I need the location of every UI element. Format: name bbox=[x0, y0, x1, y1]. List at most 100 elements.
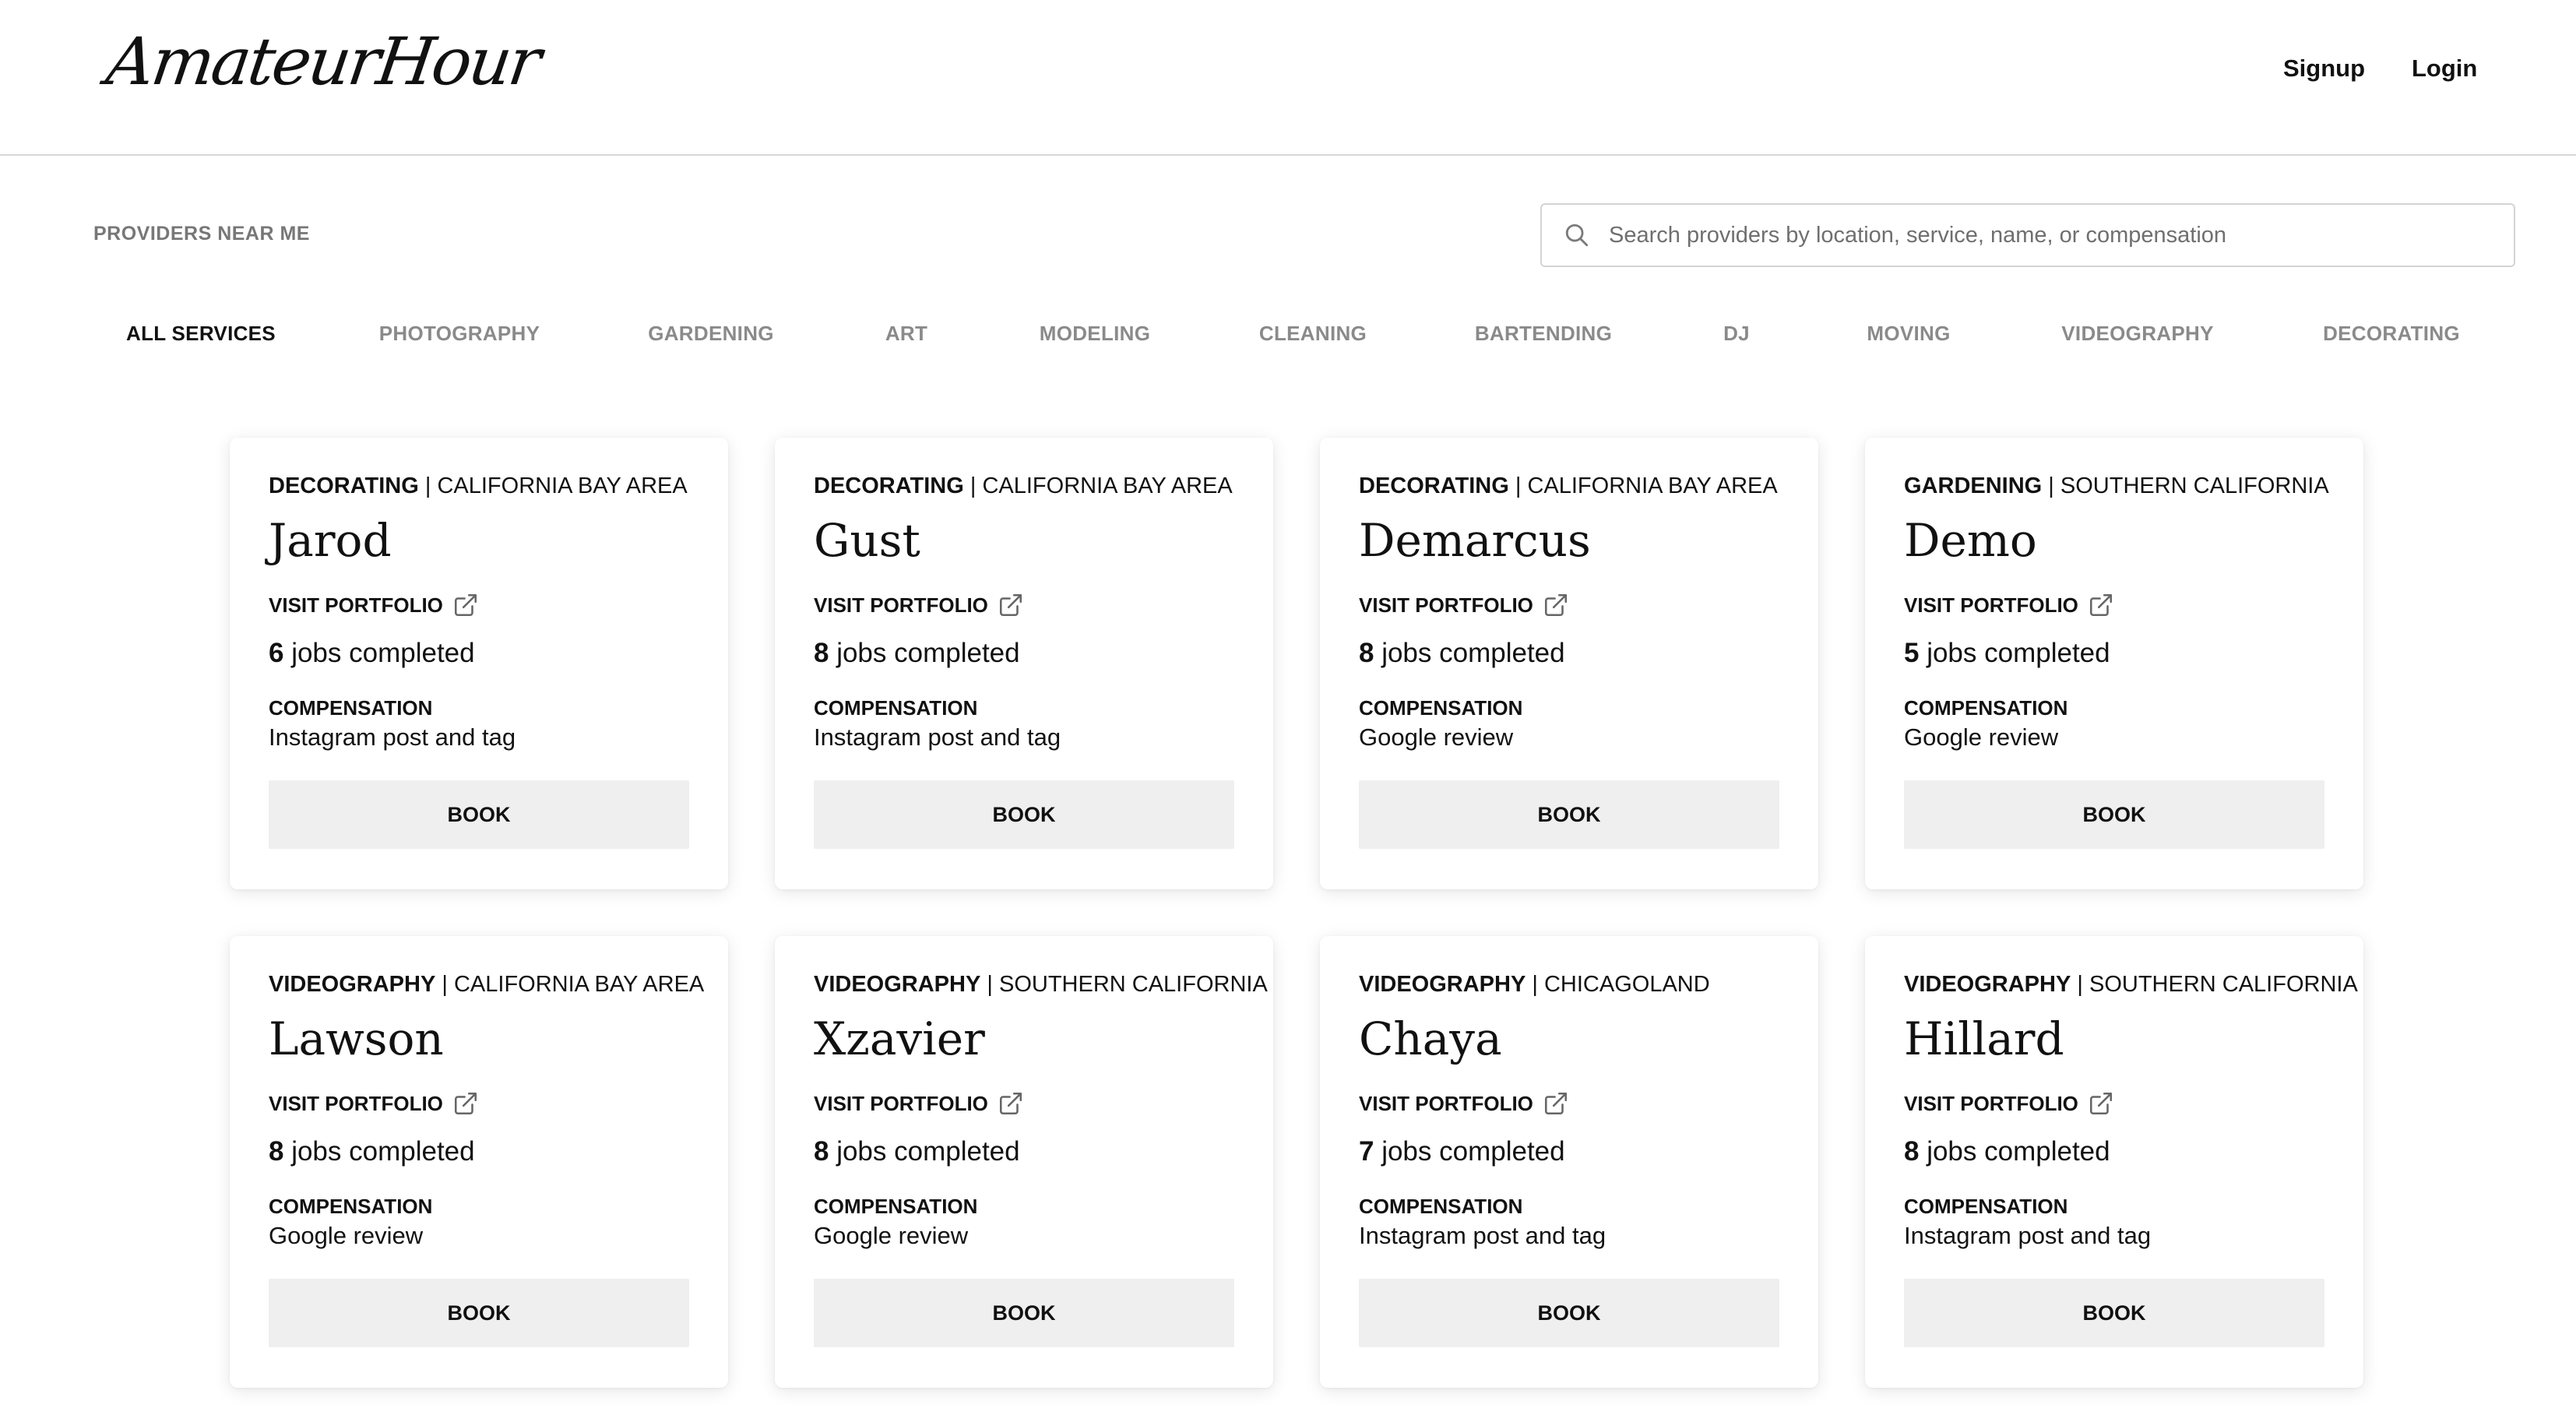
tab-dj[interactable]: DJ bbox=[1723, 322, 1750, 346]
provider-card: GARDENING | SOUTHERN CALIFORNIA Demo VIS… bbox=[1865, 438, 2363, 889]
compensation-value: Instagram post and tag bbox=[269, 723, 516, 751]
service-name: GARDENING bbox=[1904, 473, 2043, 498]
tab-decorating[interactable]: DECORATING bbox=[2323, 322, 2460, 346]
compensation-label: COMPENSATION bbox=[1904, 696, 2068, 720]
compensation-label: COMPENSATION bbox=[1904, 1195, 2068, 1218]
card-meta: VIDEOGRAPHY | SOUTHERN CALIFORNIA bbox=[1904, 972, 2358, 997]
jobs-count: 8 bbox=[1359, 638, 1374, 668]
logo[interactable]: AmateurHour bbox=[102, 23, 544, 100]
region-name: CALIFORNIA BAY AREA bbox=[1527, 473, 1778, 498]
provider-name: Xzavier bbox=[814, 1012, 985, 1065]
visit-portfolio-link[interactable]: VISIT PORTFOLIO bbox=[1904, 1090, 2114, 1117]
compensation-label: COMPENSATION bbox=[269, 696, 433, 720]
tab-moving[interactable]: MOVING bbox=[1867, 322, 1950, 346]
service-name: DECORATING bbox=[1359, 473, 1509, 498]
tab-cleaning[interactable]: CLEANING bbox=[1259, 322, 1367, 346]
provider-card: VIDEOGRAPHY | CALIFORNIA BAY AREA Lawson… bbox=[230, 936, 728, 1388]
tab-all-services[interactable]: ALL SERVICES bbox=[126, 322, 276, 346]
compensation-value: Google review bbox=[1904, 723, 2059, 751]
book-button[interactable]: BOOK bbox=[269, 780, 689, 849]
book-button[interactable]: BOOK bbox=[1359, 780, 1779, 849]
external-link-icon bbox=[454, 1092, 477, 1115]
visit-portfolio-label: VISIT PORTFOLIO bbox=[814, 593, 988, 617]
external-link-icon bbox=[454, 593, 477, 617]
tab-videography[interactable]: VIDEOGRAPHY bbox=[2061, 322, 2213, 346]
card-meta: GARDENING | SOUTHERN CALIFORNIA bbox=[1904, 473, 2329, 498]
service-name: VIDEOGRAPHY bbox=[1359, 972, 1526, 997]
region-name: CHICAGOLAND bbox=[1543, 972, 1710, 997]
provider-card: VIDEOGRAPHY | SOUTHERN CALIFORNIA Xzavie… bbox=[775, 936, 1273, 1388]
compensation-label: COMPENSATION bbox=[814, 1195, 978, 1218]
search-icon bbox=[1565, 224, 1589, 247]
region-name: CALIFORNIA BAY AREA bbox=[982, 473, 1233, 498]
provider-name: Demarcus bbox=[1359, 514, 1591, 567]
jobs-completed: 6 jobs completed bbox=[269, 638, 475, 669]
book-button[interactable]: BOOK bbox=[814, 1279, 1234, 1347]
book-button[interactable]: BOOK bbox=[269, 1279, 689, 1347]
login-link[interactable]: Login bbox=[2412, 55, 2477, 83]
service-name: VIDEOGRAPHY bbox=[814, 972, 981, 997]
provider-name: Hillard bbox=[1904, 1012, 2064, 1065]
jobs-suffix: jobs completed bbox=[283, 1136, 475, 1167]
search-input[interactable] bbox=[1607, 221, 2514, 249]
visit-portfolio-link[interactable]: VISIT PORTFOLIO bbox=[814, 592, 1024, 618]
region-name: SOUTHERN CALIFORNIA bbox=[2089, 972, 2358, 997]
visit-portfolio-label: VISIT PORTFOLIO bbox=[1904, 1091, 2078, 1115]
visit-portfolio-link[interactable]: VISIT PORTFOLIO bbox=[814, 1090, 1024, 1117]
external-link-icon bbox=[2089, 593, 2112, 617]
top-header: AmateurHour Signup Login bbox=[0, 0, 2576, 156]
visit-portfolio-label: VISIT PORTFOLIO bbox=[814, 1091, 988, 1115]
jobs-suffix: jobs completed bbox=[1919, 1136, 2110, 1167]
service-name: VIDEOGRAPHY bbox=[1904, 972, 2071, 997]
tab-modeling[interactable]: MODELING bbox=[1040, 322, 1151, 346]
provider-name: Gust bbox=[814, 514, 920, 567]
visit-portfolio-label: VISIT PORTFOLIO bbox=[269, 1091, 443, 1115]
visit-portfolio-link[interactable]: VISIT PORTFOLIO bbox=[1359, 592, 1569, 618]
compensation-value: Instagram post and tag bbox=[1904, 1222, 2152, 1249]
visit-portfolio-label: VISIT PORTFOLIO bbox=[1359, 593, 1533, 617]
tab-photography[interactable]: PHOTOGRAPHY bbox=[379, 322, 540, 346]
jobs-completed: 5 jobs completed bbox=[1904, 638, 2110, 669]
visit-portfolio-link[interactable]: VISIT PORTFOLIO bbox=[269, 1090, 479, 1117]
book-button[interactable]: BOOK bbox=[1904, 1279, 2324, 1347]
service-name: DECORATING bbox=[814, 473, 964, 498]
tab-gardening[interactable]: GARDENING bbox=[648, 322, 774, 346]
provider-name: Demo bbox=[1904, 514, 2037, 567]
provider-card: DECORATING | CALIFORNIA BAY AREA Jarod V… bbox=[230, 438, 728, 889]
jobs-count: 8 bbox=[814, 1136, 829, 1167]
external-link-icon bbox=[1544, 1092, 1567, 1115]
providers-near-me-label: PROVIDERS NEAR ME bbox=[93, 223, 310, 245]
card-meta: VIDEOGRAPHY | SOUTHERN CALIFORNIA bbox=[814, 972, 1268, 997]
jobs-completed: 8 jobs completed bbox=[814, 638, 1020, 669]
card-meta: DECORATING | CALIFORNIA BAY AREA bbox=[1359, 473, 1778, 498]
signup-link[interactable]: Signup bbox=[2283, 55, 2365, 83]
service-name: VIDEOGRAPHY bbox=[269, 972, 436, 997]
provider-card: VIDEOGRAPHY | SOUTHERN CALIFORNIA Hillar… bbox=[1865, 936, 2363, 1388]
book-button[interactable]: BOOK bbox=[1359, 1279, 1779, 1347]
visit-portfolio-link[interactable]: VISIT PORTFOLIO bbox=[269, 592, 479, 618]
tab-bartending[interactable]: BARTENDING bbox=[1475, 322, 1612, 346]
visit-portfolio-label: VISIT PORTFOLIO bbox=[1359, 1091, 1533, 1115]
compensation-label: COMPENSATION bbox=[1359, 696, 1523, 720]
book-button[interactable]: BOOK bbox=[1904, 780, 2324, 849]
visit-portfolio-link[interactable]: VISIT PORTFOLIO bbox=[1904, 592, 2114, 618]
jobs-completed: 8 jobs completed bbox=[1904, 1136, 2110, 1167]
jobs-count: 8 bbox=[269, 1136, 284, 1167]
provider-card: DECORATING | CALIFORNIA BAY AREA Gust VI… bbox=[775, 438, 1273, 889]
jobs-completed: 8 jobs completed bbox=[1359, 638, 1565, 669]
external-link-icon bbox=[999, 593, 1022, 617]
jobs-count: 8 bbox=[814, 638, 829, 668]
provider-name: Chaya bbox=[1359, 1012, 1502, 1065]
book-button[interactable]: BOOK bbox=[814, 780, 1234, 849]
jobs-suffix: jobs completed bbox=[829, 638, 1020, 668]
external-link-icon bbox=[999, 1092, 1022, 1115]
compensation-value: Google review bbox=[269, 1222, 424, 1249]
visit-portfolio-link[interactable]: VISIT PORTFOLIO bbox=[1359, 1090, 1569, 1117]
visit-portfolio-label: VISIT PORTFOLIO bbox=[1904, 593, 2078, 617]
tab-art[interactable]: ART bbox=[885, 322, 927, 346]
search-box[interactable] bbox=[1540, 203, 2515, 267]
compensation-value: Google review bbox=[1359, 723, 1514, 751]
external-link-icon bbox=[1544, 593, 1567, 617]
compensation-value: Google review bbox=[814, 1222, 969, 1249]
compensation-label: COMPENSATION bbox=[814, 696, 978, 720]
